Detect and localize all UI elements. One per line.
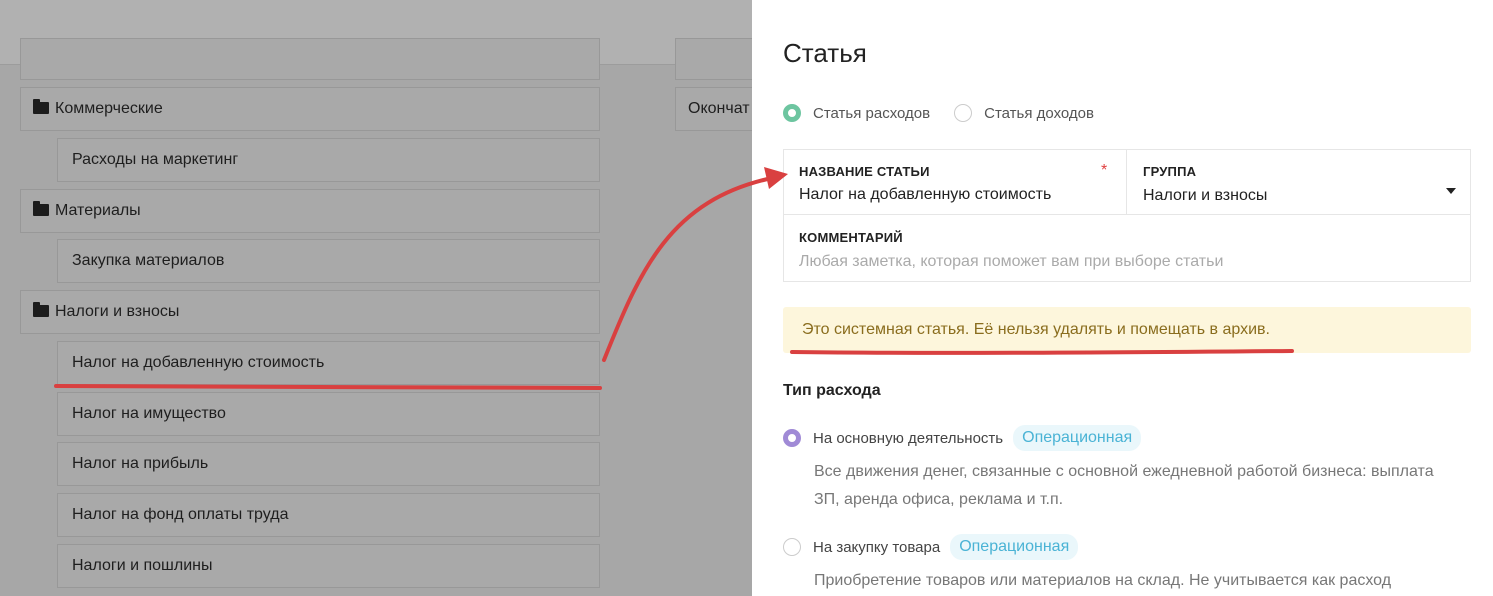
side-item-label: Окончат: [688, 100, 750, 117]
expense-type-option-operating[interactable]: На основную деятельность Операционная: [783, 425, 1142, 451]
article-item-marketing[interactable]: Расходы на маркетинг: [57, 138, 600, 182]
folder-icon: [33, 201, 49, 216]
goods-description: Приобретение товаров или материалов на с…: [814, 567, 1464, 595]
article-label: Закупка материалов: [72, 252, 225, 269]
folder-icon: [33, 302, 49, 317]
article-item-payroll-tax[interactable]: Налог на фонд оплаты труда: [57, 493, 600, 537]
article-label: Налоги и пошлины: [72, 557, 213, 574]
goods-radio[interactable]: [783, 538, 801, 556]
group-field-label: ГРУППА: [1143, 164, 1197, 179]
article-kind-selector: Статья расходов Статья доходов: [783, 104, 1094, 122]
group-label: Налоги и взносы: [55, 303, 180, 320]
operating-radio[interactable]: [783, 429, 801, 447]
form-divider: [1126, 150, 1127, 214]
group-item-taxes[interactable]: Налоги и взносы: [20, 290, 600, 334]
comment-field-label: КОММЕНТАРИЙ: [799, 230, 903, 245]
list-item-partial: [20, 38, 600, 80]
group-label: Коммерческие: [55, 100, 163, 117]
goods-badge: Операционная: [950, 534, 1079, 560]
goods-label[interactable]: На закупку товара: [813, 539, 940, 556]
group-item-commercial[interactable]: Коммерческие: [20, 87, 600, 131]
panel-title: Статья: [783, 38, 867, 68]
income-article-label[interactable]: Статья доходов: [984, 105, 1094, 122]
article-item-property-tax[interactable]: Налог на имущество: [57, 392, 600, 436]
group-field-value[interactable]: Налоги и взносы: [1143, 187, 1267, 205]
expense-article-radio[interactable]: [783, 104, 801, 122]
article-item-profit-tax[interactable]: Налог на прибыль: [57, 442, 600, 486]
description-line: ЗП, аренда офиса, реклама и т.п.: [814, 491, 1064, 508]
required-mark: *: [1101, 162, 1108, 179]
article-form: НАЗВАНИЕ СТАТЬИ * Налог на добавленную с…: [783, 149, 1471, 282]
article-item-duties[interactable]: Налоги и пошлины: [57, 544, 600, 588]
folder-icon: [33, 99, 49, 114]
operating-description: Все движения денег, связанные с основной…: [814, 458, 1464, 514]
name-field-value[interactable]: Налог на добавленную стоимость: [799, 186, 1051, 204]
description-line: Все движения денег, связанные с основной…: [814, 463, 1434, 480]
article-label: Налог на прибыль: [72, 455, 209, 472]
system-article-notice: Это системная статья. Её нельзя удалять …: [783, 307, 1471, 353]
name-field-label: НАЗВАНИЕ СТАТЬИ: [799, 164, 930, 179]
expense-type-title: Тип расхода: [783, 382, 881, 399]
background-list-area: Коммерческие Расходы на маркетинг Матери…: [0, 0, 752, 596]
form-divider: [784, 214, 1470, 215]
description-line: Приобретение товаров или материалов на с…: [814, 572, 1392, 589]
comment-field-placeholder[interactable]: Любая заметка, которая поможет вам при в…: [799, 253, 1223, 271]
side-item[interactable]: Окончат: [675, 87, 752, 131]
article-label: Налог на фонд оплаты труда: [72, 506, 289, 523]
expense-article-label[interactable]: Статья расходов: [813, 105, 930, 122]
group-label: Материалы: [55, 202, 141, 219]
expense-type-option-goods[interactable]: На закупку товара Операционная: [783, 534, 1079, 560]
article-panel: Статья Статья расходов Статья доходов НА…: [752, 0, 1493, 596]
article-label: Расходы на маркетинг: [72, 151, 239, 168]
income-article-radio[interactable]: [954, 104, 973, 122]
article-item-purchase-materials[interactable]: Закупка материалов: [57, 239, 600, 283]
chevron-down-icon[interactable]: [1446, 188, 1456, 194]
side-item-partial: [675, 38, 752, 80]
article-label: Налог на добавленную стоимость: [72, 354, 325, 371]
operating-badge: Операционная: [1013, 425, 1142, 451]
operating-label[interactable]: На основную деятельность: [813, 430, 1003, 447]
group-item-materials[interactable]: Материалы: [20, 189, 600, 233]
article-label: Налог на имущество: [72, 405, 226, 422]
article-item-vat[interactable]: Налог на добавленную стоимость: [57, 341, 600, 385]
